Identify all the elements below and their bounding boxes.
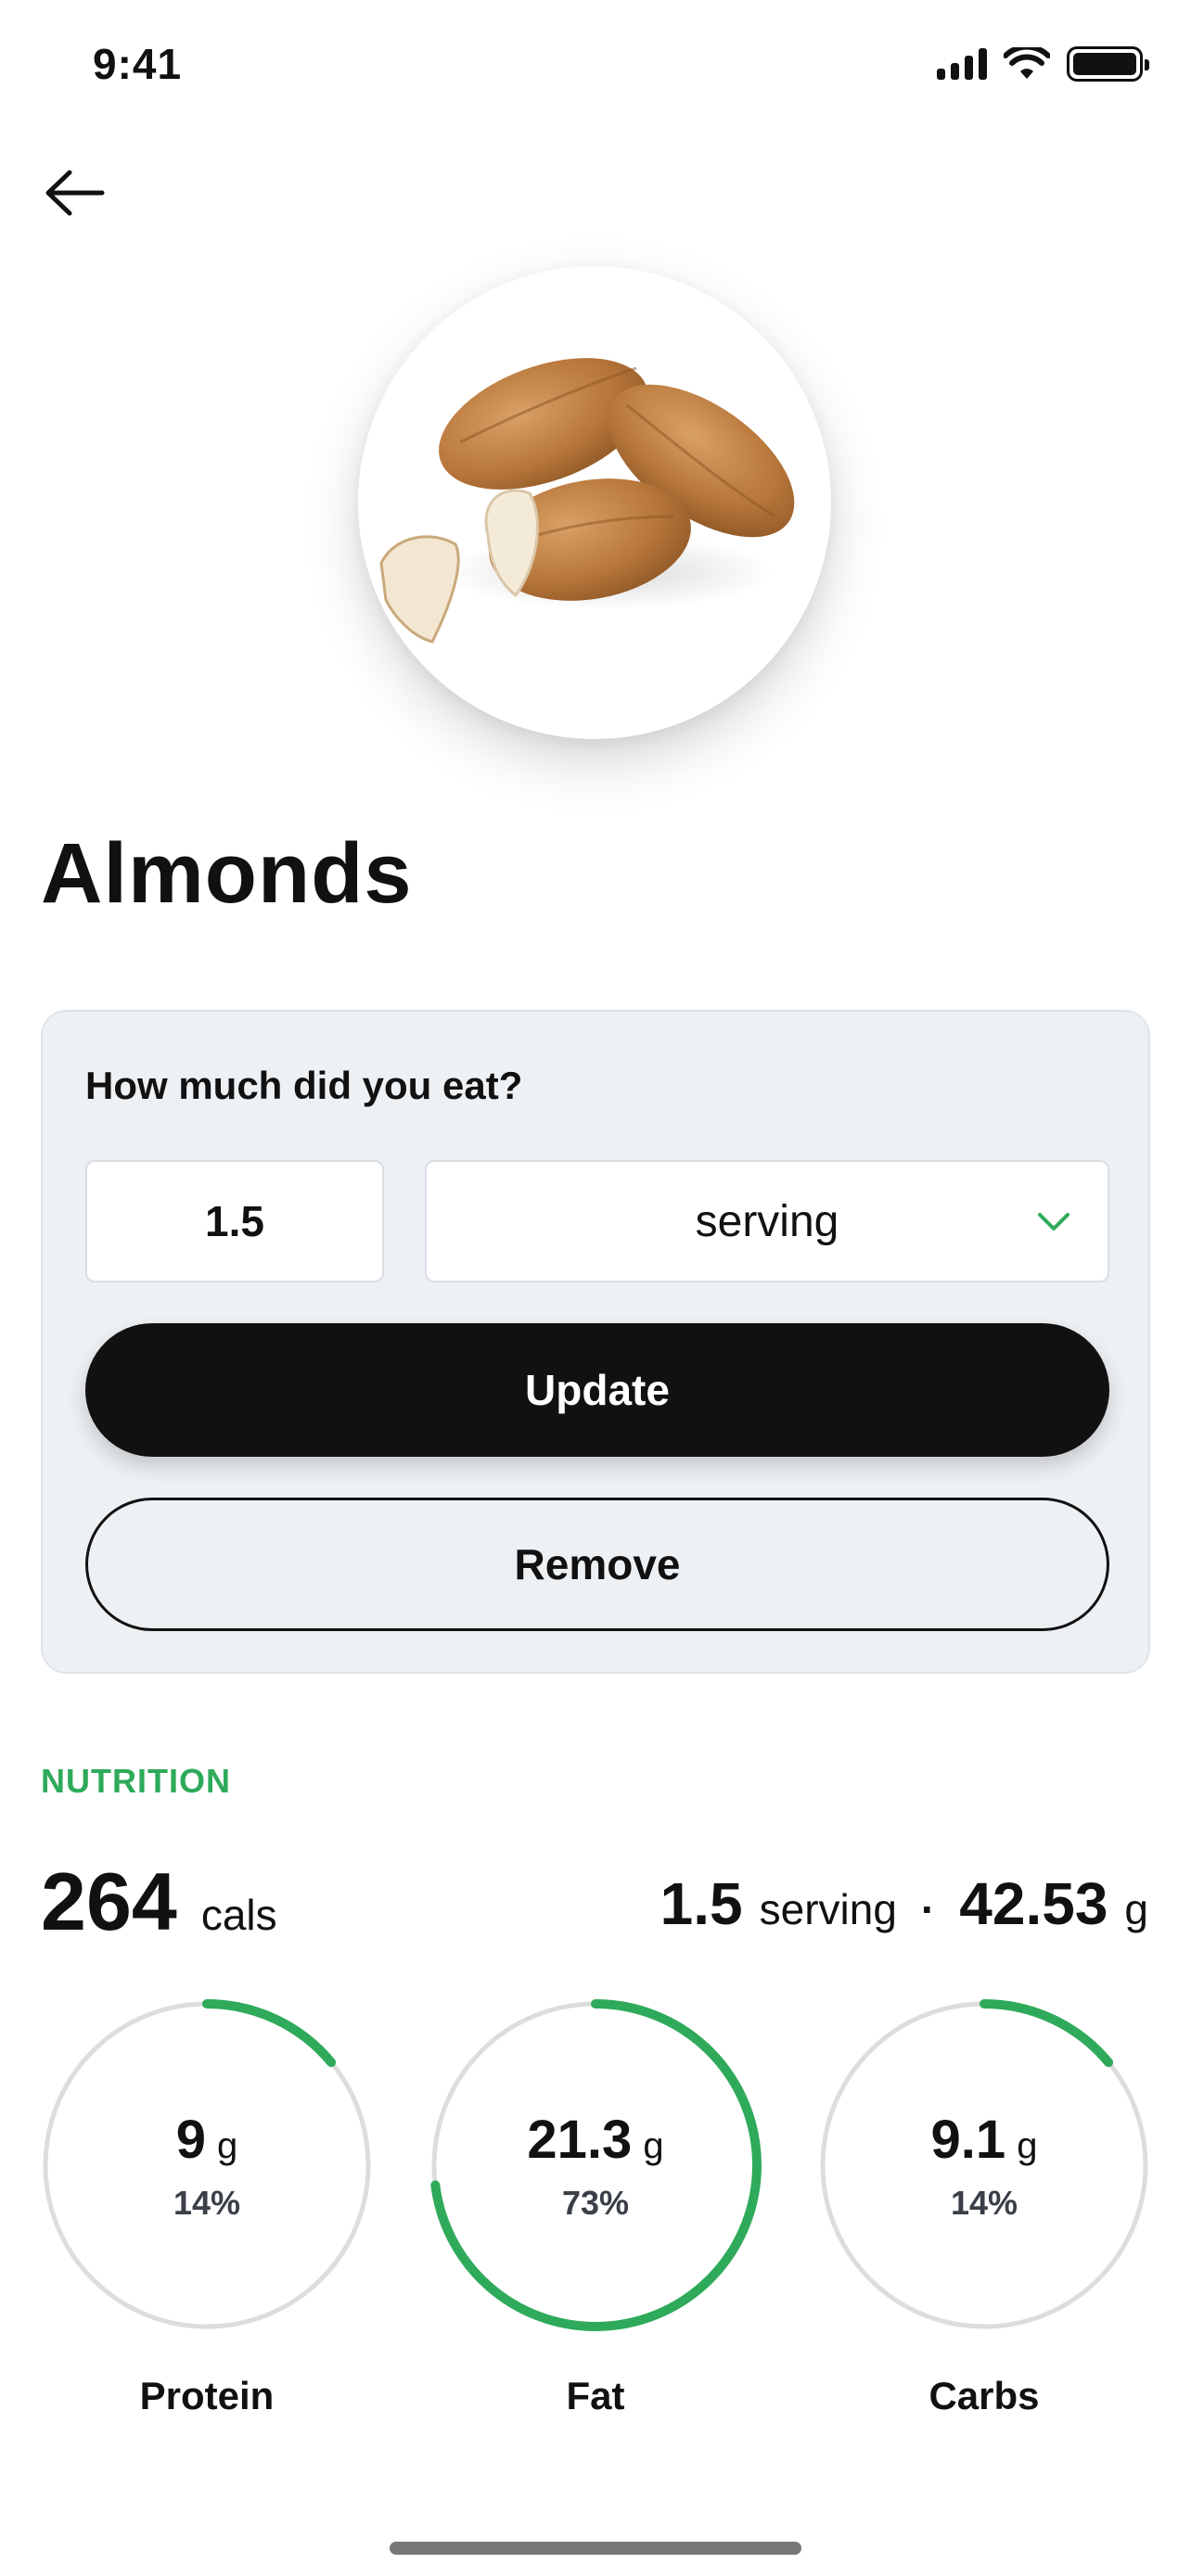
protein-amount: 9 (175, 2109, 206, 2170)
status-icons (937, 46, 1149, 82)
quantity-input[interactable] (85, 1160, 384, 1282)
amount-question: How much did you eat? (85, 1064, 523, 1107)
calories-value: 264 (41, 1855, 177, 1947)
status-time: 9:41 (93, 40, 183, 88)
update-button[interactable]: Update (85, 1323, 1109, 1457)
carbs-label: Carbs (928, 2374, 1040, 2417)
protein-label: Protein (139, 2374, 275, 2417)
almonds-image (379, 358, 795, 644)
wifi-icon (1004, 47, 1050, 79)
calories-unit: cals (200, 1891, 277, 1939)
arrow-left-icon (45, 170, 105, 216)
serving-quantity: 1.5 (660, 1870, 743, 1937)
protein-unit: g (217, 2124, 238, 2166)
protein-percent: 14% (173, 2183, 241, 2222)
serving-weight-unit: g (1124, 1885, 1148, 1933)
battery-icon (1067, 46, 1149, 82)
separator-dot: · (920, 1885, 936, 1933)
serving-unit: serving (759, 1885, 897, 1933)
serving-weight: 42.53 (959, 1870, 1108, 1937)
remove-button[interactable]: Remove (85, 1498, 1109, 1631)
calories-summary: 264 cals (41, 1855, 277, 1949)
nutrition-section-label: NUTRITION (41, 1762, 231, 1800)
serving-summary: 1.5 serving · 42.53 g (660, 1869, 1148, 1938)
fat-percent: 73% (561, 2183, 630, 2222)
fat-label: Fat (566, 2374, 625, 2417)
fat-unit: g (643, 2124, 664, 2166)
unit-dropdown-value: serving (695, 1196, 839, 1246)
food-title: Almonds (41, 826, 413, 921)
chevron-down-icon (1038, 1213, 1069, 1231)
fat-amount: 21.3 (527, 2109, 633, 2170)
cellular-signal-icon (937, 48, 987, 80)
amount-card: How much did you eat? serving Update Rem… (41, 1010, 1150, 1674)
home-indicator (390, 2542, 801, 2555)
unit-dropdown[interactable]: serving (425, 1160, 1109, 1282)
food-photo (358, 266, 831, 739)
carbs-unit: g (1017, 2124, 1038, 2166)
carbs-amount: 9.1 (930, 2109, 1006, 2170)
back-button[interactable] (37, 161, 111, 224)
carbs-percent: 14% (950, 2183, 1018, 2222)
